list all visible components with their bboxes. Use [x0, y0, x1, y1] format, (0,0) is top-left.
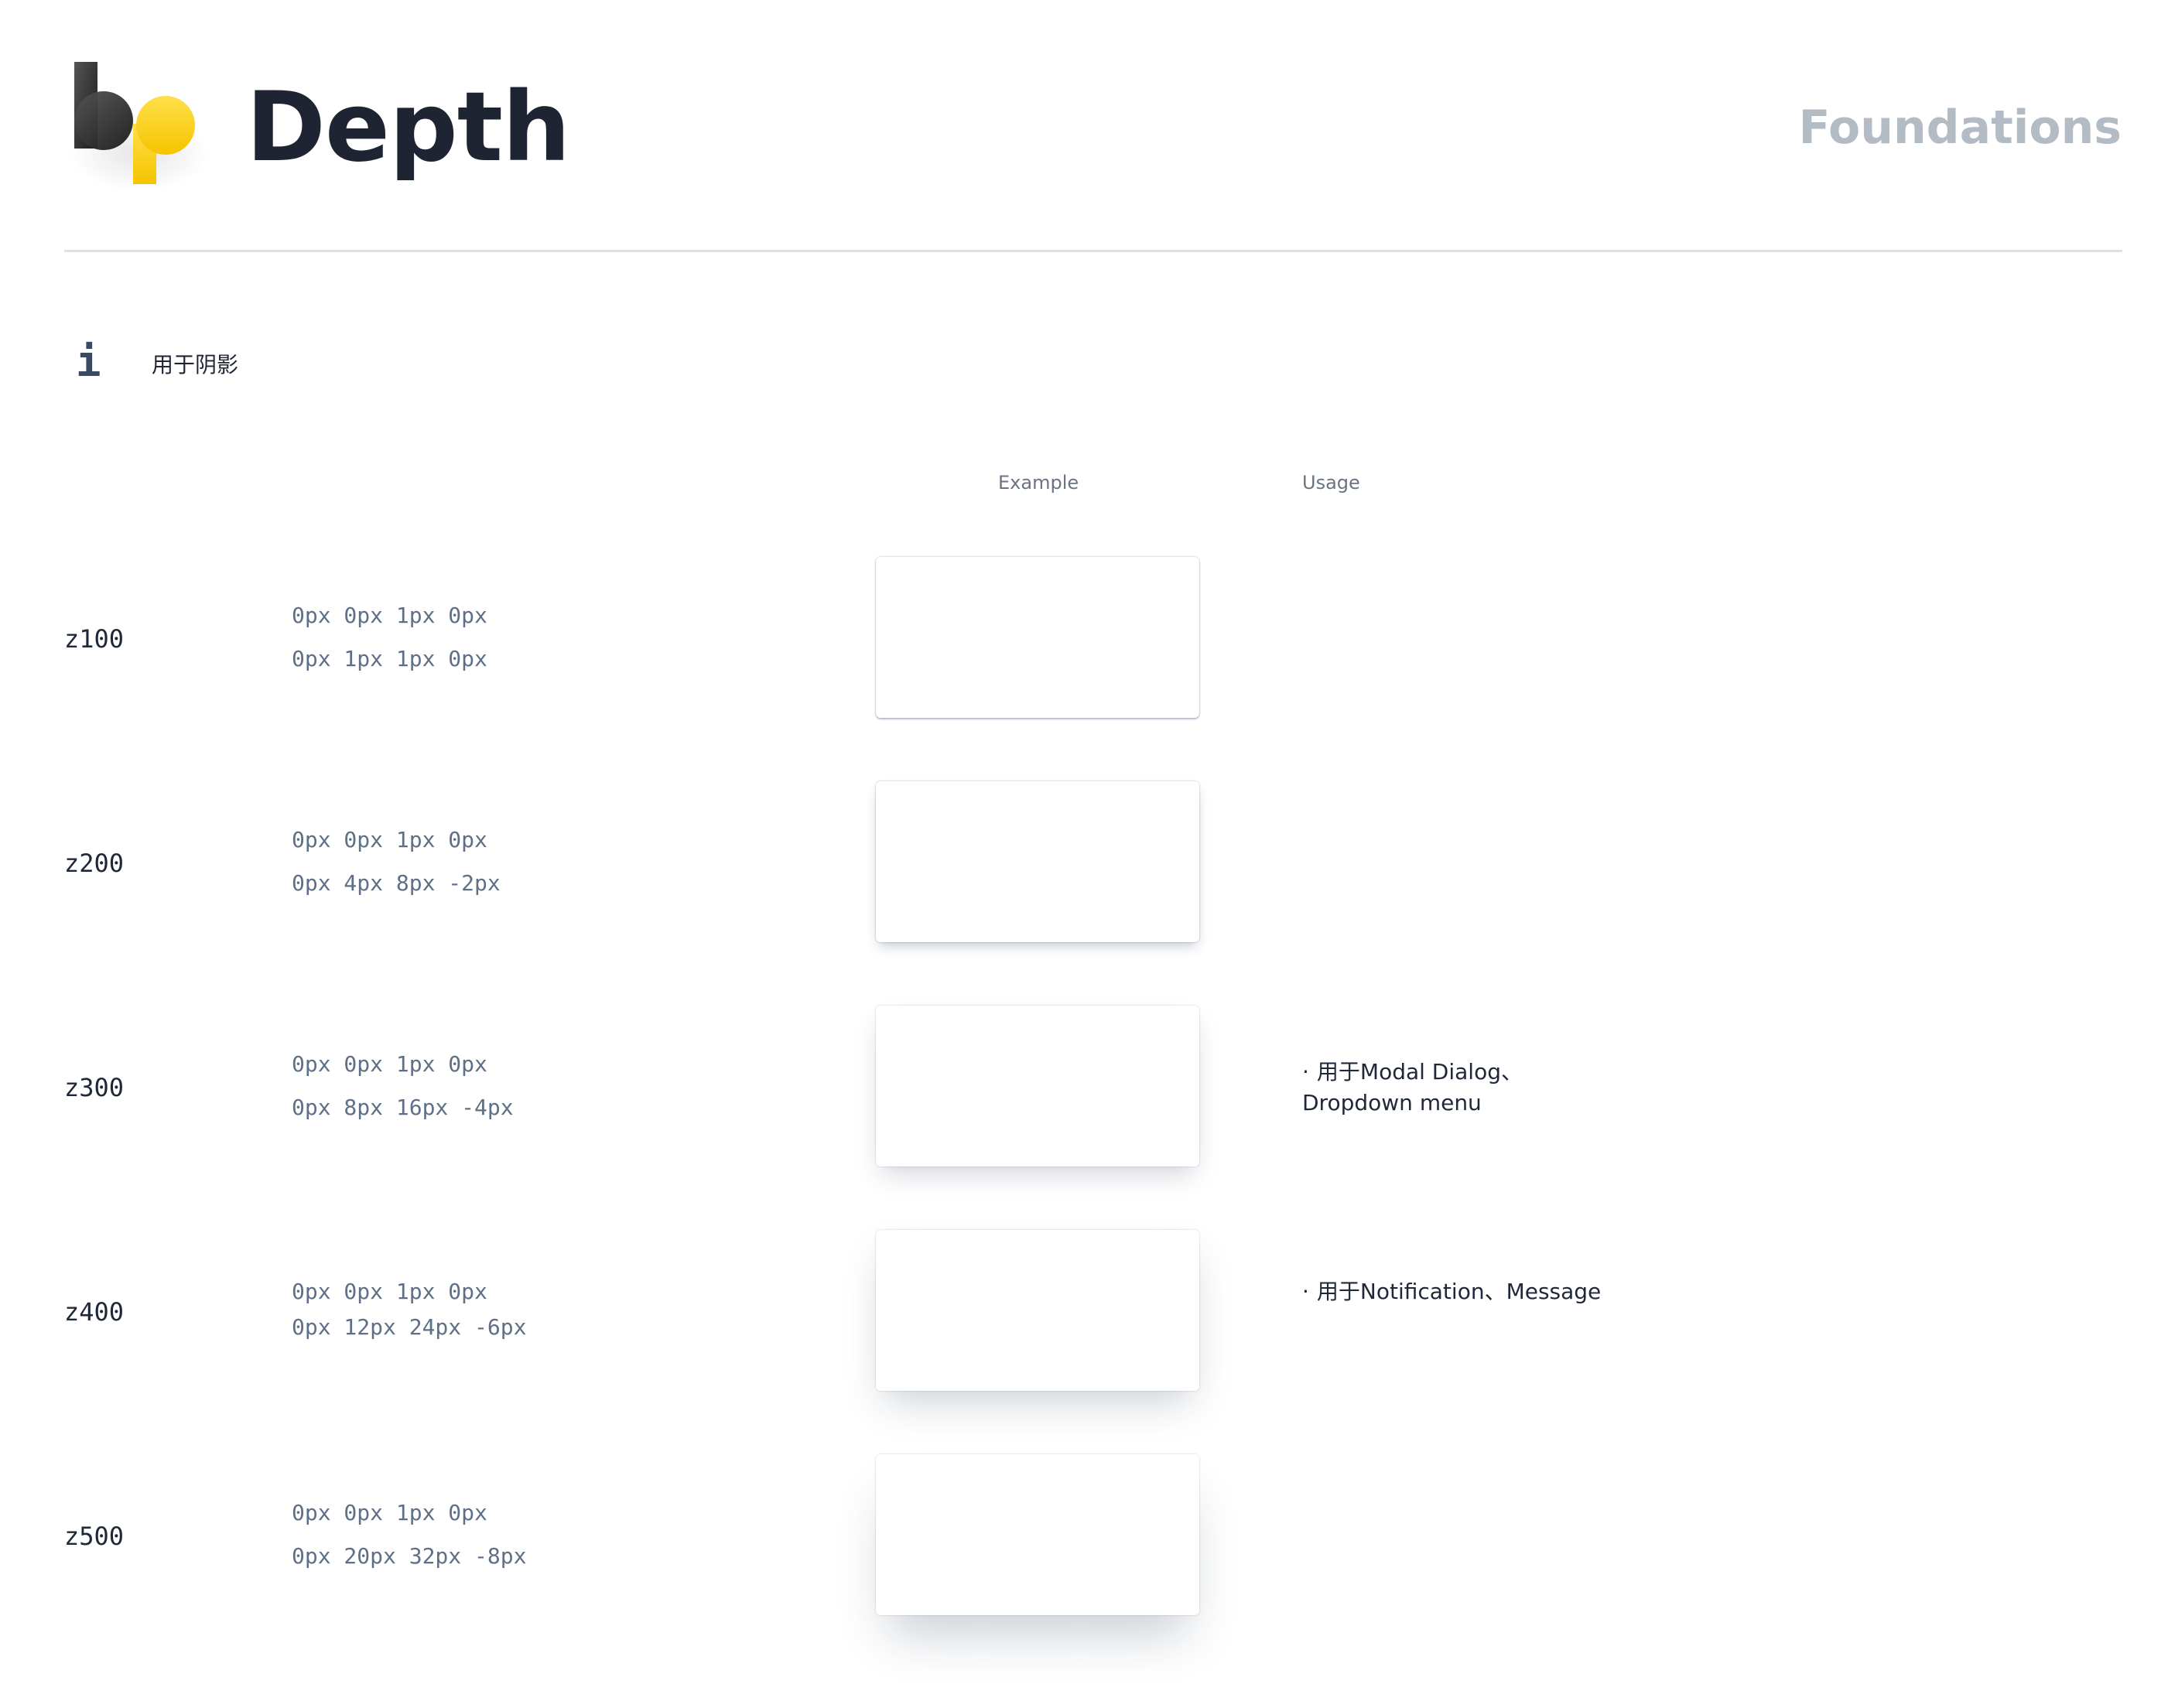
- usage-line-1-text: 用于Modal Dialog、: [1316, 1059, 1523, 1085]
- token-name: z300: [64, 1073, 125, 1102]
- example-card: [876, 1006, 1199, 1167]
- example-card: [876, 557, 1199, 718]
- shadow-value-2: 0px 8px 16px -4px: [292, 1095, 514, 1120]
- column-header-example: Example: [998, 472, 1079, 494]
- usage-text: · 用于Notification、Message: [1302, 1276, 1766, 1307]
- usage-line-1-text: 用于Notification、Message: [1316, 1279, 1602, 1304]
- depth-row-z300: z300 0px 0px 1px 0px 0px 8px 16px -4px ·…: [0, 992, 2168, 1167]
- shadow-value-1: 0px 0px 1px 0px: [292, 1500, 487, 1525]
- shadow-value-2: 0px 20px 32px -8px: [292, 1543, 527, 1569]
- shadow-value-1: 0px 0px 1px 0px: [292, 1051, 487, 1077]
- example-card: [876, 1454, 1199, 1615]
- depth-row-z400: z400 0px 0px 1px 0px 0px 12px 24px -6px …: [0, 1216, 2168, 1391]
- depth-row-z500: z500 0px 0px 1px 0px 0px 20px 32px -8px: [0, 1440, 2168, 1615]
- shadow-value-1: 0px 0px 1px 0px: [292, 1279, 487, 1304]
- depth-row-z200: z200 0px 0px 1px 0px 0px 4px 8px -2px: [0, 767, 2168, 942]
- token-name: z100: [64, 624, 125, 654]
- shadow-value-2: 0px 12px 24px -6px: [292, 1314, 527, 1340]
- section-label: Foundations: [1798, 101, 2122, 155]
- token-name: z400: [64, 1297, 125, 1327]
- info-icon: i: [76, 337, 101, 386]
- column-header-usage: Usage: [1302, 472, 1360, 494]
- shadow-value-2: 0px 1px 1px 0px: [292, 646, 487, 671]
- shadow-value-1: 0px 0px 1px 0px: [292, 827, 487, 852]
- usage-text: · 用于Modal Dialog、 Dropdown menu: [1302, 1057, 1674, 1119]
- usage-line-1: · 用于Notification、Message: [1302, 1276, 1766, 1307]
- token-name: z500: [64, 1522, 125, 1551]
- shadow-value-1: 0px 0px 1px 0px: [292, 603, 487, 628]
- example-card: [876, 1230, 1199, 1391]
- depth-row-z100: z100 0px 0px 1px 0px 0px 1px 1px 0px: [0, 543, 2168, 718]
- page-title: Depth: [246, 72, 570, 183]
- shadow-value-2: 0px 4px 8px -2px: [292, 870, 501, 896]
- info-text: 用于阴影: [152, 352, 239, 377]
- usage-line-2: Dropdown menu: [1302, 1090, 1482, 1115]
- bullet-icon: ·: [1302, 1279, 1309, 1304]
- header-divider: [64, 250, 2122, 252]
- bullet-icon: ·: [1302, 1059, 1309, 1085]
- token-name: z200: [64, 849, 125, 878]
- usage-line-1: · 用于Modal Dialog、: [1302, 1057, 1674, 1088]
- brand-logo: [70, 60, 209, 192]
- example-card: [876, 781, 1199, 942]
